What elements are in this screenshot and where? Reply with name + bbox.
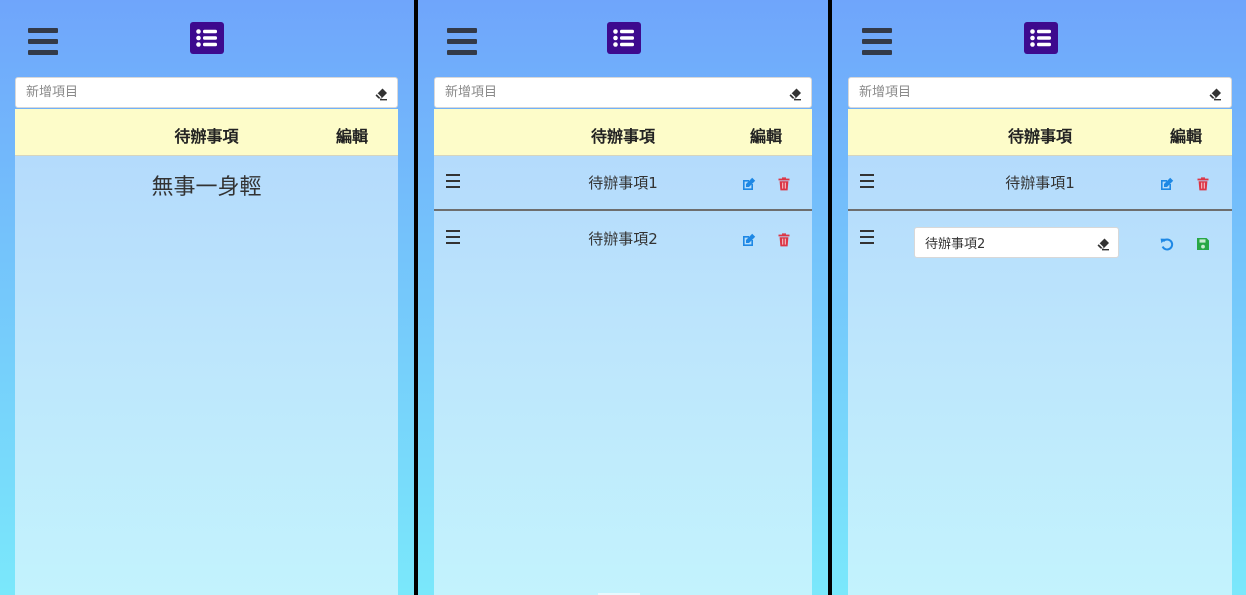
todo-item: 待辦事項1 xyxy=(848,157,1232,211)
hamburger-menu-icon[interactable] xyxy=(447,28,477,56)
edit-item-field xyxy=(914,227,1119,258)
todo-list: 待辦事項 編輯 待辦事項1 xyxy=(848,109,1232,595)
list-icon xyxy=(190,22,224,54)
empty-message: 無事一身輕 xyxy=(151,175,262,200)
edit-item-input[interactable] xyxy=(915,228,1118,257)
eraser-icon[interactable] xyxy=(1096,236,1110,251)
edit-icon[interactable] xyxy=(742,233,756,247)
trash-icon[interactable] xyxy=(777,177,791,191)
edit-mode-button[interactable]: 編輯 xyxy=(1170,123,1202,147)
edit-mode-button[interactable]: 編輯 xyxy=(336,123,368,147)
todo-item: 待辦事項1 xyxy=(434,157,812,211)
todo-list: 待辦事項 編輯 待辦事項1 待辦事項2 xyxy=(434,109,812,595)
list-header: 待辦事項 編輯 xyxy=(434,109,812,156)
new-item-input[interactable] xyxy=(435,78,811,107)
todo-list: 待辦事項 編輯 無事一身輕 xyxy=(15,109,398,595)
screen-list: 待辦事項 編輯 待辦事項1 待辦事項2 xyxy=(418,0,828,595)
eraser-icon[interactable] xyxy=(1208,86,1222,101)
list-header: 待辦事項 編輯 xyxy=(848,109,1232,156)
list-icon xyxy=(1024,22,1058,54)
drag-handle-icon[interactable] xyxy=(860,230,874,244)
undo-icon[interactable] xyxy=(1160,237,1174,251)
new-item-input[interactable] xyxy=(849,78,1231,107)
hamburger-menu-icon[interactable] xyxy=(862,28,892,56)
new-item-field xyxy=(15,77,398,108)
new-item-field xyxy=(848,77,1232,108)
todo-item-text: 待辦事項1 xyxy=(1005,174,1075,192)
edit-icon[interactable] xyxy=(1160,177,1174,191)
list-icon xyxy=(607,22,641,54)
new-item-field xyxy=(434,77,812,108)
todo-item-editing xyxy=(848,213,1232,267)
save-icon[interactable] xyxy=(1196,237,1210,251)
todo-item: 待辦事項2 xyxy=(434,213,812,267)
screen-empty: 待辦事項 編輯 無事一身輕 xyxy=(0,0,414,595)
eraser-icon[interactable] xyxy=(788,86,802,101)
trash-icon[interactable] xyxy=(1196,177,1210,191)
edit-icon[interactable] xyxy=(742,177,756,191)
list-header: 待辦事項 編輯 xyxy=(15,109,398,156)
screen-editing: 待辦事項 編輯 待辦事項1 xyxy=(832,0,1246,595)
trash-icon[interactable] xyxy=(777,233,791,247)
hamburger-menu-icon[interactable] xyxy=(28,28,58,56)
eraser-icon[interactable] xyxy=(374,86,388,101)
new-item-input[interactable] xyxy=(16,78,397,107)
edit-mode-button[interactable]: 編輯 xyxy=(750,123,782,147)
